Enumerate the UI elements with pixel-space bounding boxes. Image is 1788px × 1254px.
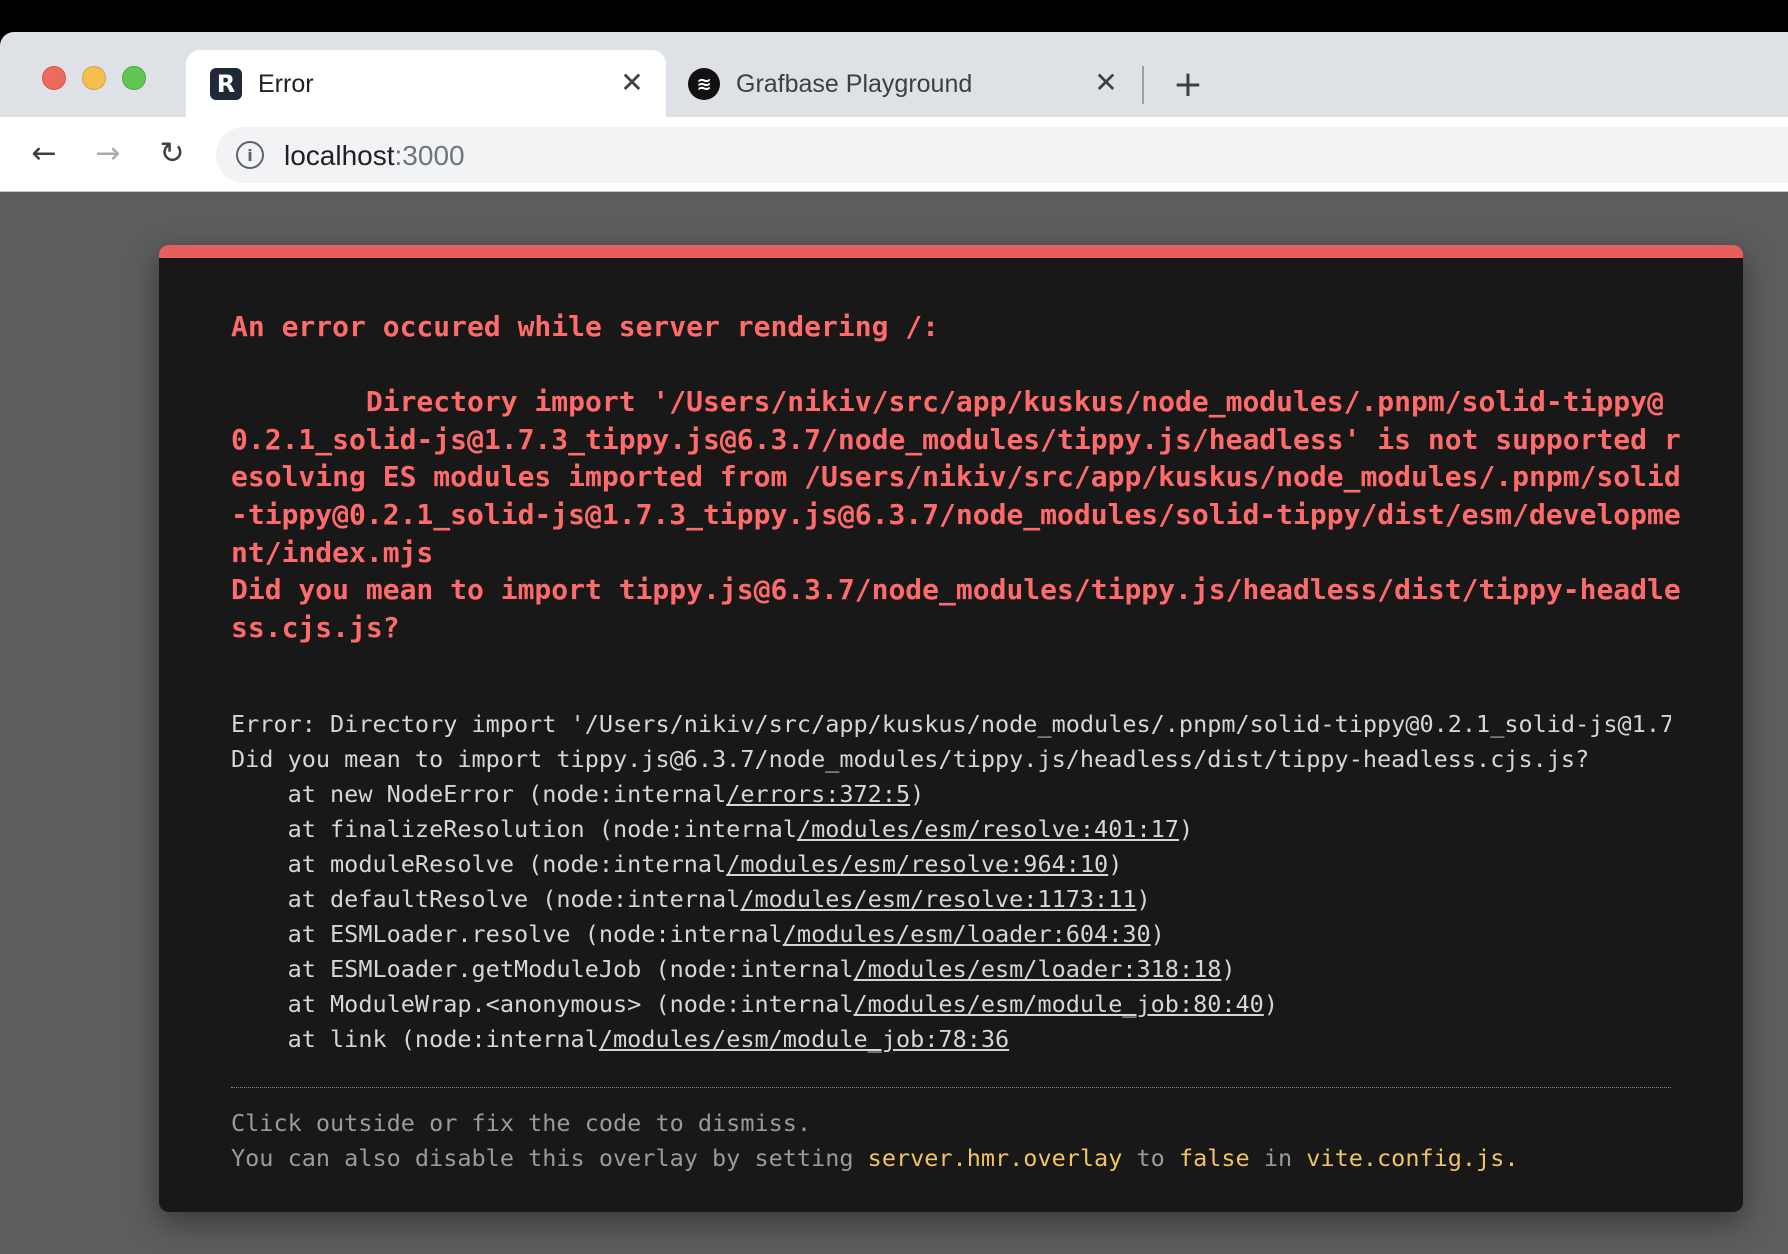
config-value: false (1178, 1144, 1250, 1172)
grafbase-logo-icon: ≋ (688, 68, 720, 100)
page-content[interactable]: An error occured while server rendering … (0, 192, 1788, 1254)
stack-frame: at new NodeError (node:internal/errors:3… (231, 780, 925, 808)
file-link[interactable]: /modules/esm/resolve:401:17 (797, 815, 1179, 843)
new-tab-button[interactable]: + (1170, 64, 1206, 105)
tab-strip: R Error ✕ ≋ Grafbase Playground ✕ + (0, 32, 1788, 117)
forward-arrow-icon[interactable]: → (88, 133, 128, 173)
tab-grafbase-playground[interactable]: ≋ Grafbase Playground ✕ (670, 50, 1140, 117)
tip-line: Click outside or fix the code to dismiss… (231, 1109, 812, 1137)
info-icon[interactable]: i (236, 141, 264, 169)
file-link[interactable]: /modules/esm/resolve:1173:11 (740, 885, 1136, 913)
stack-frame: at ESMLoader.getModuleJob (node:internal… (231, 955, 1236, 983)
file-link[interactable]: /modules/esm/module_job:78:36 (599, 1025, 1009, 1053)
file-link[interactable]: /modules/esm/loader:318:18 (854, 955, 1222, 983)
vite-error-overlay: An error occured while server rendering … (159, 245, 1743, 1212)
close-window-button[interactable] (42, 66, 66, 90)
stack-line: Error: Directory import '/Users/nikiv/sr… (231, 710, 1671, 738)
stack-frame: at ESMLoader.resolve (node:internal/modu… (231, 920, 1165, 948)
config-file: vite.config.js. (1306, 1144, 1519, 1172)
browser-window: R Error ✕ ≋ Grafbase Playground ✕ + ← → … (0, 32, 1788, 1254)
minimize-window-button[interactable] (82, 66, 106, 90)
url-text[interactable]: localhost:3000 (284, 140, 465, 172)
tab-title: Error (258, 70, 314, 98)
stack-line: Did you mean to import tippy.js@6.3.7/no… (231, 745, 1590, 773)
close-tab-icon[interactable]: ✕ (1090, 66, 1122, 99)
reload-icon[interactable]: ↻ (152, 133, 192, 173)
file-link[interactable]: /modules/esm/loader:604:30 (783, 920, 1151, 948)
stack-frame: at ModuleWrap.<anonymous> (node:internal… (231, 990, 1278, 1018)
divider (231, 1087, 1671, 1088)
stack-frame: at link (node:internal/modules/esm/modul… (231, 1025, 1010, 1053)
back-arrow-icon[interactable]: ← (24, 133, 64, 173)
dismiss-tip: Click outside or fix the code to dismiss… (231, 1106, 1519, 1176)
stack-trace: Error: Directory import '/Users/nikiv/sr… (231, 707, 1671, 1057)
config-key: server.hmr.overlay (867, 1144, 1123, 1172)
file-link[interactable]: /errors:372:5 (726, 780, 910, 808)
error-message: An error occured while server rendering … (231, 310, 1681, 644)
stack-frame: at finalizeResolution (node:internal/mod… (231, 815, 1194, 843)
browser-toolbar: ← → ↻ i localhost:3000 (0, 117, 1788, 192)
tab-error[interactable]: R Error ✕ (186, 50, 666, 117)
url-port: :3000 (394, 140, 465, 171)
close-tab-icon[interactable]: ✕ (616, 66, 648, 99)
zoom-window-button[interactable] (122, 66, 146, 90)
tip-line: You can also disable this overlay by set… (231, 1144, 1519, 1172)
tab-separator (1142, 66, 1144, 104)
file-link[interactable]: /modules/esm/module_job:80:40 (854, 990, 1264, 1018)
stack-frame: at defaultResolve (node:internal/modules… (231, 885, 1151, 913)
stack-frame: at moduleResolve (node:internal/modules/… (231, 850, 1123, 878)
address-bar[interactable]: i localhost:3000 (216, 127, 1788, 183)
remix-logo-icon: R (210, 68, 242, 100)
url-host: localhost (284, 140, 395, 171)
file-link[interactable]: /modules/esm/resolve:964:10 (726, 850, 1108, 878)
tab-title: Grafbase Playground (736, 70, 973, 98)
